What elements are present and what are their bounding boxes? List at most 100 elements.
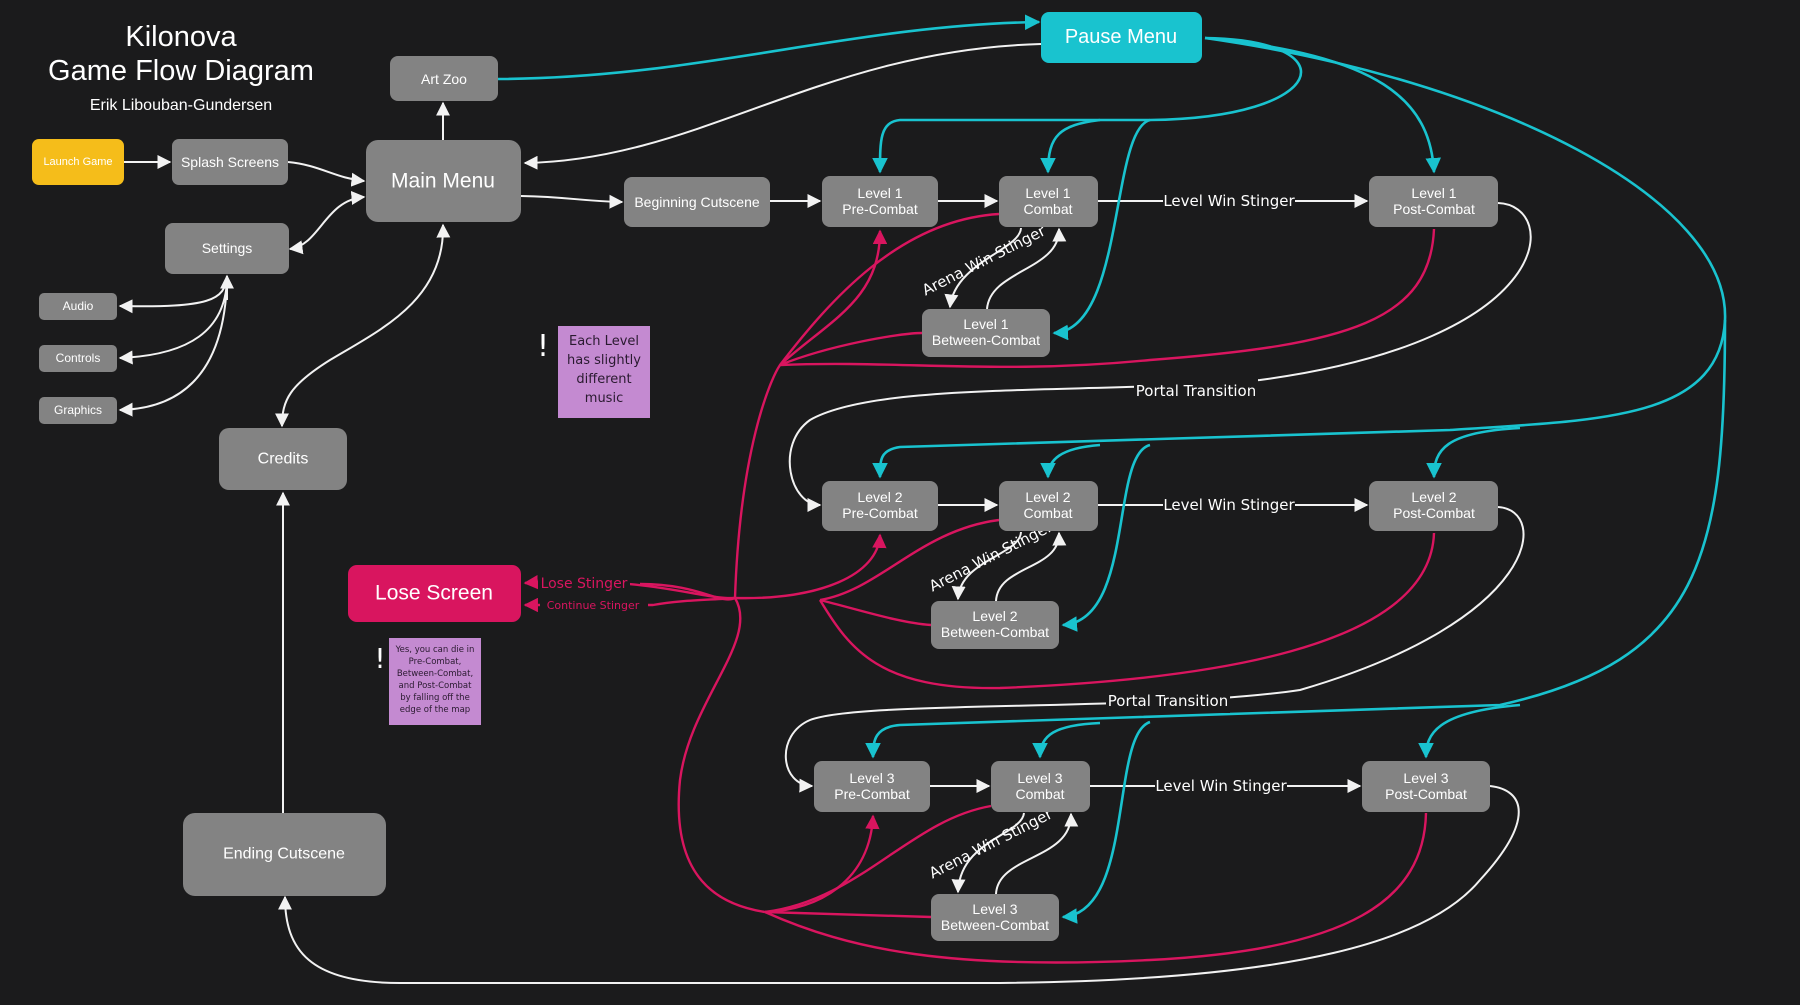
node-label-line2: Combat bbox=[1015, 786, 1064, 802]
edge-pause-to-l2post bbox=[1426, 426, 1521, 479]
node-label: Pause Menu bbox=[1065, 26, 1177, 48]
node-label-line2: Between-Combat bbox=[941, 624, 1049, 640]
label-level-win-stinger-3: Level Win Stinger bbox=[1155, 777, 1287, 795]
node-main-menu[interactable]: Main Menu bbox=[366, 140, 521, 222]
node-launch-game[interactable]: Launch Game bbox=[32, 139, 124, 185]
node-label: Graphics bbox=[54, 403, 102, 417]
node-l3-combat[interactable]: Level 3 Combat bbox=[991, 761, 1090, 812]
note-death-line: Yes, you can die in bbox=[395, 645, 475, 655]
note-death-line: Pre-Combat, bbox=[409, 657, 462, 667]
flow-diagram-canvas: Kilonova Game Flow Diagram Erik Libouban… bbox=[32, 12, 1727, 984]
node-label: Main Menu bbox=[391, 170, 495, 193]
node-label-line2: Pre-Combat bbox=[834, 786, 910, 802]
node-l1-post-combat[interactable]: Level 1 Post-Combat bbox=[1369, 176, 1498, 227]
node-l2-combat[interactable]: Level 2 Combat bbox=[999, 481, 1098, 531]
edge-lose-l2between bbox=[819, 598, 932, 627]
edge-pause-to-l1combat bbox=[1040, 118, 1101, 174]
node-label-line1: Level 1 bbox=[1411, 185, 1456, 201]
edge-pause-to-l2combat bbox=[1040, 443, 1101, 479]
node-graphics[interactable]: Graphics bbox=[39, 397, 117, 424]
edge-settings-audio bbox=[118, 275, 228, 314]
node-l3-between-combat[interactable]: Level 3 Between-Combat bbox=[931, 894, 1059, 941]
label-portal-transition-2: Portal Transition bbox=[1108, 692, 1228, 710]
node-label-line2: Pre-Combat bbox=[842, 505, 918, 521]
edge-pause-to-l3between bbox=[1061, 720, 1151, 924]
node-l2-post-combat[interactable]: Level 2 Post-Combat bbox=[1369, 481, 1498, 531]
edge-lose-l2post bbox=[818, 532, 1436, 690]
node-label-line1: Level 1 bbox=[963, 316, 1008, 332]
note-music-line: Each Level bbox=[569, 334, 639, 349]
node-l1-pre-combat[interactable]: Level 1 Pre-Combat bbox=[822, 176, 938, 227]
edge-pause-to-l3combat bbox=[1032, 721, 1101, 759]
note-music-line: has slightly bbox=[567, 353, 641, 368]
node-label: Ending Cutscene bbox=[223, 846, 345, 863]
node-lose-screen[interactable]: Lose Screen bbox=[348, 565, 521, 622]
edge-mainmenu-settings bbox=[288, 191, 366, 255]
label-level-win-stinger-1: Level Win Stinger bbox=[1163, 192, 1295, 210]
edge-pause-to-mainmenu bbox=[523, 43, 1042, 170]
diagram-author: Erik Libouban-Gundersen bbox=[90, 97, 272, 114]
node-label-line1: Level 1 bbox=[1025, 185, 1070, 201]
label-portal-transition-1: Portal Transition bbox=[1136, 382, 1256, 400]
node-credits[interactable]: Credits bbox=[219, 428, 347, 490]
node-label: Controls bbox=[56, 351, 101, 365]
node-label: Credits bbox=[258, 451, 309, 468]
node-label: Art Zoo bbox=[421, 71, 467, 87]
node-l3-post-combat[interactable]: Level 3 Post-Combat bbox=[1362, 761, 1490, 812]
diagram-title-line1: Kilonova bbox=[125, 21, 237, 53]
node-art-zoo[interactable]: Art Zoo bbox=[390, 56, 498, 101]
edge-lose-l1pre bbox=[733, 229, 888, 599]
edges-pause bbox=[497, 14, 1727, 924]
edge-lose-l3between bbox=[764, 910, 932, 919]
node-settings[interactable]: Settings bbox=[165, 223, 289, 274]
node-label: Splash Screens bbox=[181, 154, 279, 170]
node-label-line2: Between-Combat bbox=[941, 917, 1049, 933]
edge-l2-post-to-l3pre bbox=[784, 506, 1525, 793]
node-ending-cutscene[interactable]: Ending Cutscene bbox=[183, 813, 386, 896]
node-l2-pre-combat[interactable]: Level 2 Pre-Combat bbox=[822, 481, 938, 531]
note-death-line: Between-Combat, bbox=[397, 669, 473, 679]
node-l3-pre-combat[interactable]: Level 3 Pre-Combat bbox=[814, 761, 930, 812]
edge-mainmenu-credits bbox=[275, 223, 451, 428]
edge-splash-to-mainmenu bbox=[287, 161, 366, 187]
edge-l1-post-to-l2pre bbox=[788, 202, 1532, 512]
label-arena-win-stinger-1: Arena Win Stinger bbox=[919, 221, 1049, 299]
edge-pause-to-l3pre bbox=[865, 319, 1727, 759]
node-label-line1: Level 3 bbox=[1403, 770, 1448, 786]
note-death-line: edge of the map bbox=[400, 705, 470, 715]
edge-pause-to-l3post bbox=[1418, 703, 1521, 759]
node-label-line2: Between-Combat bbox=[932, 332, 1040, 348]
node-l1-between-combat[interactable]: Level 1 Between-Combat bbox=[922, 309, 1050, 357]
node-label-line1: Level 3 bbox=[1017, 770, 1062, 786]
node-label-line1: Level 2 bbox=[857, 489, 902, 505]
edge-l3-post-to-ending bbox=[278, 785, 1520, 984]
node-l2-between-combat[interactable]: Level 2 Between-Combat bbox=[931, 601, 1059, 649]
node-pause-menu[interactable]: Pause Menu bbox=[1041, 12, 1202, 63]
node-label: Beginning Cutscene bbox=[634, 194, 760, 210]
label-lose-stinger: Lose Stinger bbox=[541, 576, 628, 592]
edge-lose-l2pre bbox=[734, 533, 887, 600]
node-label-line1: Level 2 bbox=[972, 608, 1017, 624]
label-continue-stinger: Continue Stinger bbox=[547, 599, 640, 612]
node-beginning-cutscene[interactable]: Beginning Cutscene bbox=[624, 177, 770, 227]
diagram-title-line2: Game Flow Diagram bbox=[48, 55, 314, 87]
edge-lose-l3post bbox=[764, 812, 1428, 964]
node-controls[interactable]: Controls bbox=[39, 345, 117, 372]
edge-settings-controls bbox=[118, 279, 228, 365]
edge-mainmenu-to-beginning bbox=[520, 194, 624, 209]
label-arena-win-stinger-3: Arena Win Stinger bbox=[926, 804, 1056, 882]
note-death-line: and Post-Combat bbox=[399, 681, 473, 691]
node-label-line1: Level 1 bbox=[857, 185, 902, 201]
node-label-line1: Level 2 bbox=[1025, 489, 1070, 505]
node-audio[interactable]: Audio bbox=[39, 293, 117, 320]
note-music: Each Level has slightly different music bbox=[558, 326, 650, 418]
node-label-line2: Post-Combat bbox=[1393, 505, 1475, 521]
note-music-exclamation-icon: ! bbox=[537, 329, 549, 364]
node-splash-screens[interactable]: Splash Screens bbox=[172, 139, 288, 185]
node-l1-combat[interactable]: Level 1 Combat bbox=[999, 176, 1098, 227]
edge-pause-to-l2between bbox=[1061, 443, 1151, 632]
node-label: Lose Screen bbox=[375, 582, 493, 605]
note-death-exclamation-icon: ! bbox=[374, 642, 385, 675]
edge-lose-down bbox=[677, 597, 766, 914]
node-label-line2: Pre-Combat bbox=[842, 201, 918, 217]
